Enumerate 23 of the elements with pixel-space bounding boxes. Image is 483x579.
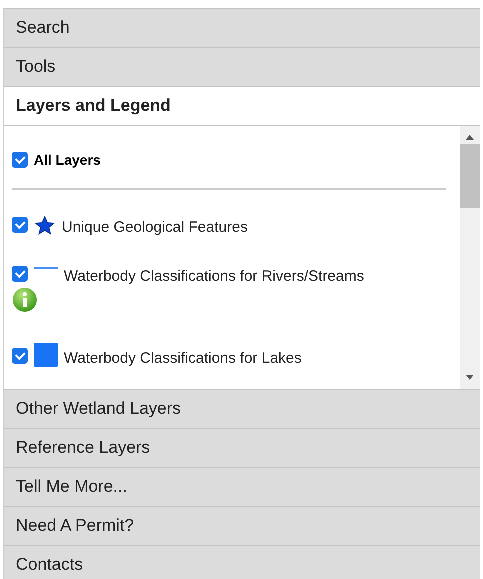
- layer-label: Waterbody Classifications for Rivers/Streams: [64, 268, 364, 285]
- accordion-header[interactable]: Need A Permit?: [4, 506, 480, 545]
- layer-label: Waterbody Classifications for Lakes: [64, 350, 302, 367]
- layer-label: Unique Geological Features: [62, 219, 248, 236]
- info-icon[interactable]: [12, 287, 38, 313]
- scroll-down-icon[interactable]: [466, 375, 474, 380]
- checkbox[interactable]: [12, 348, 28, 364]
- star-icon: [34, 216, 56, 236]
- checkbox[interactable]: [12, 217, 28, 233]
- accordion-header[interactable]: Reference Layers: [4, 428, 480, 467]
- accordion-header[interactable]: Search: [4, 8, 480, 47]
- accordion-header[interactable]: Other Wetland Layers: [4, 389, 480, 428]
- scroll-up-icon[interactable]: [466, 135, 474, 140]
- accordion-header[interactable]: Contacts: [4, 545, 480, 579]
- checkbox[interactable]: [12, 266, 28, 282]
- line-symbol-icon: [34, 266, 58, 270]
- checkbox[interactable]: [12, 152, 28, 168]
- layer-label: All Layers: [34, 152, 101, 168]
- scrollbar[interactable]: [460, 126, 480, 389]
- accordion-header[interactable]: Tools: [4, 47, 480, 86]
- scroll-thumb[interactable]: [460, 144, 480, 208]
- square-symbol-icon: [34, 343, 58, 367]
- accordion-header[interactable]: Tell Me More...: [4, 467, 480, 506]
